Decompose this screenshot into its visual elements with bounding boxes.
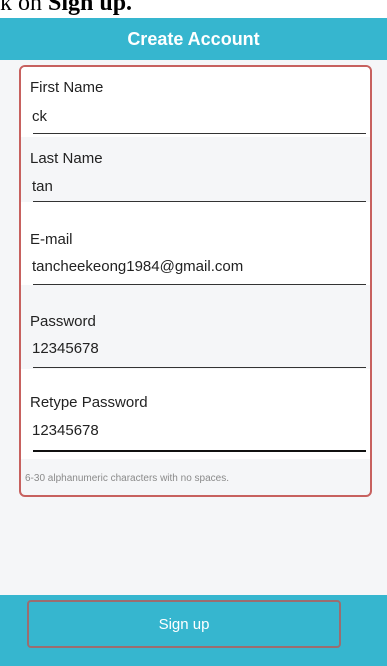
first-name-input[interactable]: ck [32, 108, 47, 125]
last-name-label: Last Name [30, 150, 103, 167]
email-field[interactable]: E-mail tancheekeong1984@gmail.com [21, 202, 370, 285]
first-name-label: First Name [30, 79, 104, 96]
password-label: Password [30, 313, 96, 330]
caption-text: k on [0, 0, 48, 16]
retype-password-underline [33, 450, 366, 452]
password-underline [33, 367, 366, 368]
email-input[interactable]: tancheekeong1984@gmail.com [32, 258, 243, 275]
app-header: Create Account [0, 18, 387, 60]
sign-up-label: Sign up [158, 615, 210, 633]
signup-form: First Name ck Last Name tan E-mail tanch… [19, 65, 372, 497]
password-field[interactable]: Password 12345678 [21, 285, 370, 369]
retype-password-input[interactable]: 12345678 [32, 422, 99, 439]
caption-bold-text: Sign up. [48, 0, 133, 16]
password-input[interactable]: 12345678 [32, 340, 99, 357]
instruction-caption: k on Sign up. [0, 0, 387, 18]
password-hint: 6-30 alphanumeric characters with no spa… [25, 473, 229, 484]
page-title: Create Account [127, 28, 260, 49]
first-name-field[interactable]: First Name ck [21, 67, 370, 137]
last-name-input[interactable]: tan [32, 178, 53, 195]
sign-up-button[interactable]: Sign up [27, 600, 341, 648]
retype-password-label: Retype Password [30, 394, 148, 411]
footer-bar: Sign up [0, 595, 387, 666]
last-name-field[interactable]: Last Name tan [21, 137, 370, 202]
email-label: E-mail [30, 231, 73, 248]
first-name-underline [33, 133, 366, 134]
retype-password-field[interactable]: Retype Password 12345678 [21, 369, 370, 459]
form-screen: First Name ck Last Name tan E-mail tanch… [0, 60, 387, 595]
